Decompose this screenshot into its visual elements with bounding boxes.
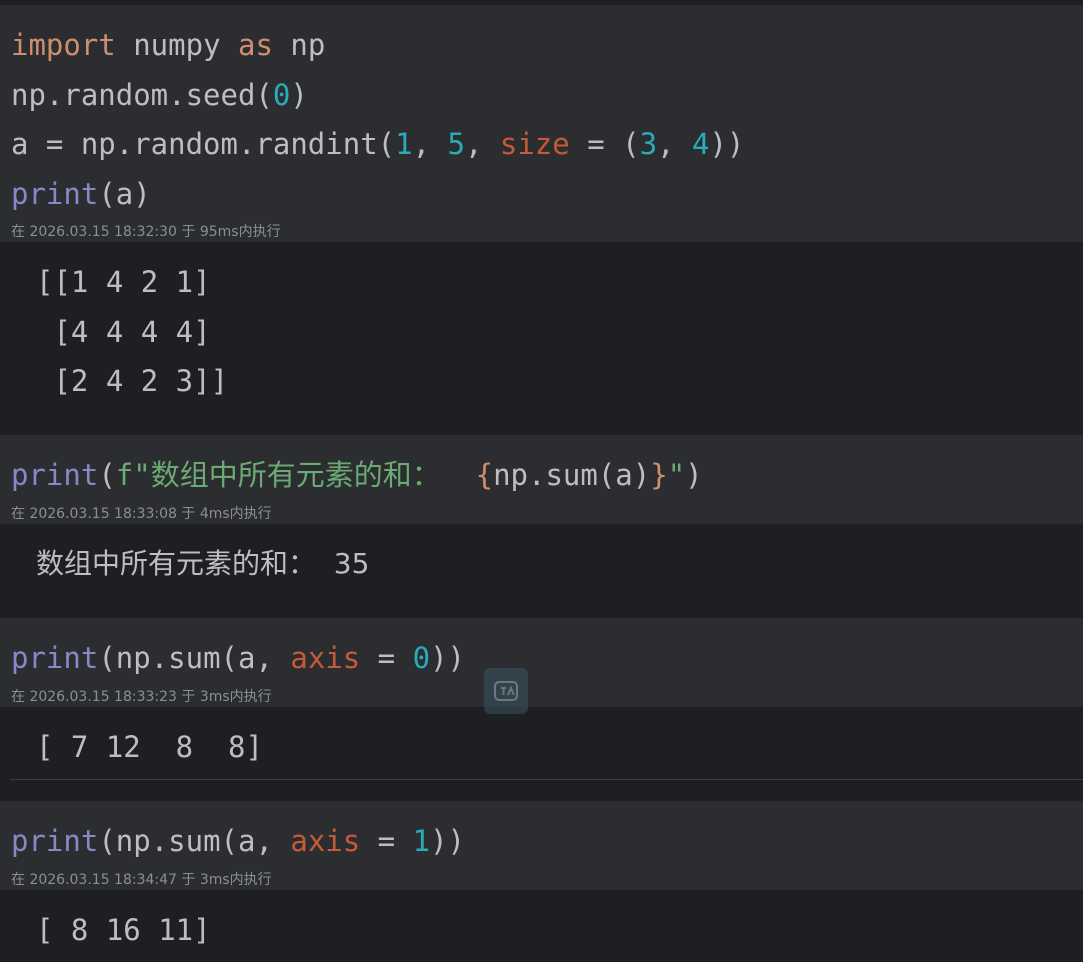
code-line: np.random.seed(0) [11, 78, 308, 112]
code-cell-3[interactable]: print(np.sum(a, axis = 0)) 在 2026.03.15 … [0, 618, 1083, 707]
code-token: numpy [115, 28, 238, 62]
translate-icon[interactable] [484, 668, 528, 714]
string-token: f"数组中所有元素的和： [115, 458, 476, 492]
builtin-token: print [11, 824, 99, 858]
code-token: , [657, 127, 692, 161]
code-token: np.sum(a) [493, 458, 651, 492]
brace-token: } [650, 458, 668, 492]
output-line: [2 4 2 3]] [36, 364, 229, 398]
number-token: 5 [447, 127, 465, 161]
code-token: ) [685, 458, 703, 492]
code-cell-2[interactable]: print(f"数组中所有元素的和： {np.sum(a)}") 在 2026.… [0, 435, 1083, 524]
code-token: np.random.seed( [11, 78, 273, 112]
code-token: , [412, 127, 448, 161]
code-token: np [272, 28, 326, 62]
code-line: a = np.random.randint(1, 5, size = (3, 4… [11, 127, 744, 161]
output-cell-1: [[1 4 2 1] [4 4 4 4] [2 4 2 3]] [0, 242, 1083, 435]
builtin-token: print [11, 641, 99, 675]
code-token: )) [709, 127, 745, 161]
number-token: 3 [639, 127, 658, 161]
code-token: (np.sum(a, [98, 641, 291, 675]
output-cell-3: [ 7 12 8 8] [0, 707, 1083, 801]
code-token: ) [290, 78, 308, 112]
code-token: (a) [98, 177, 151, 211]
execution-info: 在 2026.03.15 18:34:47 于 3ms内执行 [11, 872, 272, 888]
code-line: import numpy as np [11, 28, 325, 62]
code-line: print(np.sum(a, axis = 1)) [11, 824, 465, 858]
execution-info: 在 2026.03.15 18:33:08 于 4ms内执行 [11, 506, 272, 522]
code-token: = ( [569, 127, 640, 161]
code-token: a = np.random.randint( [11, 127, 396, 161]
output-line: 数组中所有元素的和： 35 [36, 547, 370, 580]
code-token: = [360, 824, 413, 858]
keyword-token: as [237, 28, 273, 62]
output-cell-2: 数组中所有元素的和： 35 [0, 524, 1083, 618]
code-token: = [360, 641, 413, 675]
output-line: [ 7 12 8 8] [36, 730, 263, 764]
number-token: 4 [691, 127, 710, 161]
number-token: 0 [412, 641, 431, 675]
number-token: 1 [395, 127, 413, 161]
code-token: , [464, 127, 500, 161]
number-token: 1 [412, 824, 431, 858]
translate-glyph-icon [494, 681, 518, 701]
number-token: 0 [272, 78, 291, 112]
param-token: size [499, 127, 570, 161]
param-token: axis [290, 824, 361, 858]
output-line: [4 4 4 4] [36, 315, 211, 349]
keyword-token: import [11, 28, 116, 62]
output-line: [ 8 16 11] [36, 913, 211, 947]
code-cell-4[interactable]: print(np.sum(a, axis = 1)) 在 2026.03.15 … [0, 801, 1083, 890]
output-line: [[1 4 2 1] [36, 265, 211, 299]
code-token: )) [430, 824, 465, 858]
param-token: axis [290, 641, 361, 675]
string-token: " [667, 458, 686, 492]
builtin-token: print [11, 177, 99, 211]
code-token: )) [430, 641, 465, 675]
execution-info: 在 2026.03.15 18:32:30 于 95ms内执行 [11, 224, 281, 240]
brace-token: { [475, 458, 494, 492]
code-line: print(a) [11, 177, 151, 211]
code-cell-1[interactable]: import numpy as np np.random.seed(0) a =… [0, 5, 1083, 242]
output-divider [10, 779, 1083, 780]
code-token: ( [98, 458, 116, 492]
code-token: (np.sum(a, [98, 824, 291, 858]
output-cell-4: [ 8 16 11] [0, 890, 1083, 962]
code-line: print(np.sum(a, axis = 0)) [11, 641, 465, 675]
execution-info: 在 2026.03.15 18:33:23 于 3ms内执行 [11, 689, 272, 705]
builtin-token: print [11, 458, 99, 492]
code-line: print(f"数组中所有元素的和： {np.sum(a)}") [11, 458, 703, 492]
